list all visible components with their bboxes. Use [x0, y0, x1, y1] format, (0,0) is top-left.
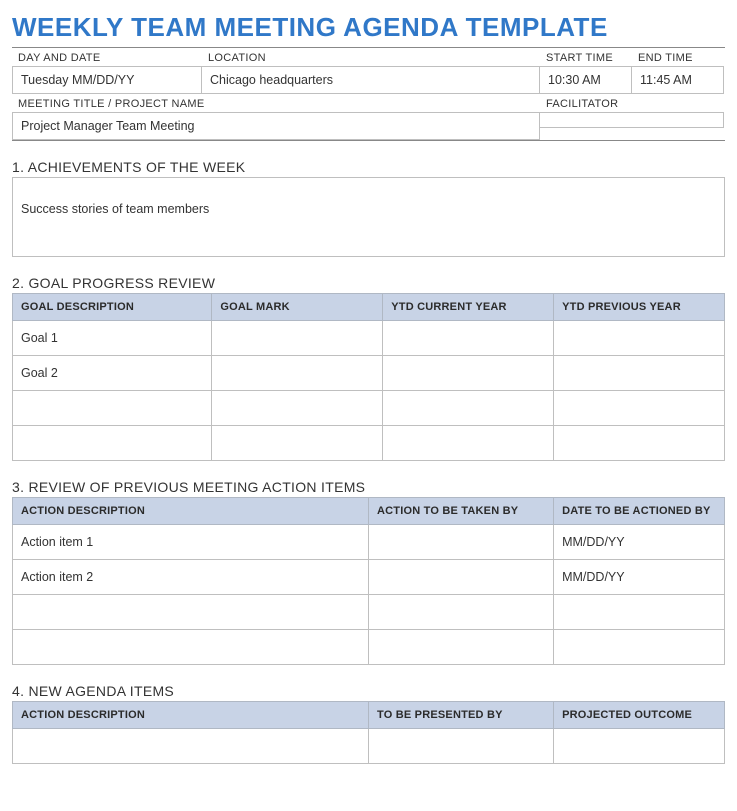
page-title: WEEKLY TEAM MEETING AGENDA TEMPLATE — [12, 12, 725, 43]
table-row — [13, 426, 725, 461]
table-cell — [383, 391, 554, 426]
meta-label: START TIME — [540, 48, 632, 66]
table-cell — [212, 321, 383, 356]
section-achievements: 1. ACHIEVEMENTS OF THE WEEK Success stor… — [12, 159, 725, 257]
section-heading: 1. ACHIEVEMENTS OF THE WEEK — [12, 159, 725, 175]
table-cell — [369, 630, 554, 665]
table-cell — [369, 729, 554, 764]
table-cell — [369, 595, 554, 630]
table-header: PROJECTED OUTCOME — [554, 702, 725, 729]
table-cell — [369, 560, 554, 595]
meta-label: END TIME — [632, 48, 724, 66]
table-cell — [13, 729, 369, 764]
meta-row-2: MEETING TITLE / PROJECT NAMEProject Mana… — [12, 94, 725, 140]
table-cell — [212, 426, 383, 461]
table-cell — [13, 391, 212, 426]
table-header: ACTION TO BE TAKEN BY — [369, 498, 554, 525]
table-row: Action item 2 MM/DD/YY — [13, 560, 725, 595]
table-cell — [554, 321, 725, 356]
table-header: GOAL DESCRIPTION — [13, 294, 212, 321]
table-cell — [383, 426, 554, 461]
table-cell — [212, 356, 383, 391]
table-cell — [369, 525, 554, 560]
meta-value: 11:45 AM — [632, 66, 724, 94]
table-header: YTD CURRENT YEAR — [383, 294, 554, 321]
table-header: ACTION DESCRIPTION — [13, 702, 369, 729]
table-cell — [13, 630, 369, 665]
meta-group: START TIME10:30 AM — [540, 48, 632, 94]
section-heading: 2. GOAL PROGRESS REVIEW — [12, 275, 725, 291]
section-heading: 4. NEW AGENDA ITEMS — [12, 683, 725, 699]
meta-section: DAY AND DATETuesday MM/DD/YYLOCATIONChic… — [12, 47, 725, 141]
table-row — [13, 630, 725, 665]
section-heading: 3. REVIEW OF PREVIOUS MEETING ACTION ITE… — [12, 479, 725, 495]
table-row — [13, 391, 725, 426]
table-cell — [554, 630, 725, 665]
table-header: ACTION DESCRIPTION — [13, 498, 369, 525]
table-header: GOAL MARK — [212, 294, 383, 321]
meta-label: FACILITATOR — [540, 94, 724, 112]
table-cell — [554, 391, 725, 426]
meta-group: LOCATIONChicago headquarters — [202, 48, 540, 94]
section-new-agenda: 4. NEW AGENDA ITEMS ACTION DESCRIPTIONTO… — [12, 683, 725, 764]
table-cell: Goal 2 — [13, 356, 212, 391]
meta-group: MEETING TITLE / PROJECT NAMEProject Mana… — [12, 94, 540, 140]
table-cell — [13, 595, 369, 630]
section-previous-actions: 3. REVIEW OF PREVIOUS MEETING ACTION ITE… — [12, 479, 725, 665]
table-cell — [554, 595, 725, 630]
meta-value: Tuesday MM/DD/YY — [12, 66, 202, 94]
meta-label: LOCATION — [202, 48, 540, 66]
meta-group: END TIME11:45 AM — [632, 48, 724, 94]
table-cell — [383, 356, 554, 391]
table-cell: Action item 1 — [13, 525, 369, 560]
section-goals: 2. GOAL PROGRESS REVIEW GOAL DESCRIPTION… — [12, 275, 725, 461]
new-agenda-table: ACTION DESCRIPTIONTO BE PRESENTED BYPROJ… — [12, 701, 725, 764]
meta-value: Chicago headquarters — [202, 66, 540, 94]
meta-label: MEETING TITLE / PROJECT NAME — [12, 94, 540, 112]
table-cell — [554, 356, 725, 391]
achievements-body: Success stories of team members — [12, 177, 725, 257]
meta-group: DAY AND DATETuesday MM/DD/YY — [12, 48, 202, 94]
table-cell — [554, 729, 725, 764]
table-row: Action item 1 MM/DD/YY — [13, 525, 725, 560]
table-row — [13, 595, 725, 630]
table-header: DATE TO BE ACTIONED BY — [554, 498, 725, 525]
goals-table: GOAL DESCRIPTIONGOAL MARKYTD CURRENT YEA… — [12, 293, 725, 461]
table-cell: MM/DD/YY — [554, 560, 725, 595]
table-header: TO BE PRESENTED BY — [369, 702, 554, 729]
meta-value — [540, 112, 724, 128]
table-cell: Goal 1 — [13, 321, 212, 356]
table-row — [13, 729, 725, 764]
meta-label: DAY AND DATE — [12, 48, 202, 66]
table-row: Goal 1 — [13, 321, 725, 356]
table-cell: MM/DD/YY — [554, 525, 725, 560]
table-cell — [383, 321, 554, 356]
meta-value: Project Manager Team Meeting — [12, 112, 540, 140]
table-row: Goal 2 — [13, 356, 725, 391]
table-cell — [13, 426, 212, 461]
meta-value: 10:30 AM — [540, 66, 632, 94]
table-header: YTD PREVIOUS YEAR — [554, 294, 725, 321]
table-cell — [212, 391, 383, 426]
meta-group: FACILITATOR — [540, 94, 724, 140]
previous-actions-table: ACTION DESCRIPTIONACTION TO BE TAKEN BYD… — [12, 497, 725, 665]
meta-row-1: DAY AND DATETuesday MM/DD/YYLOCATIONChic… — [12, 48, 725, 94]
table-cell — [554, 426, 725, 461]
table-cell: Action item 2 — [13, 560, 369, 595]
